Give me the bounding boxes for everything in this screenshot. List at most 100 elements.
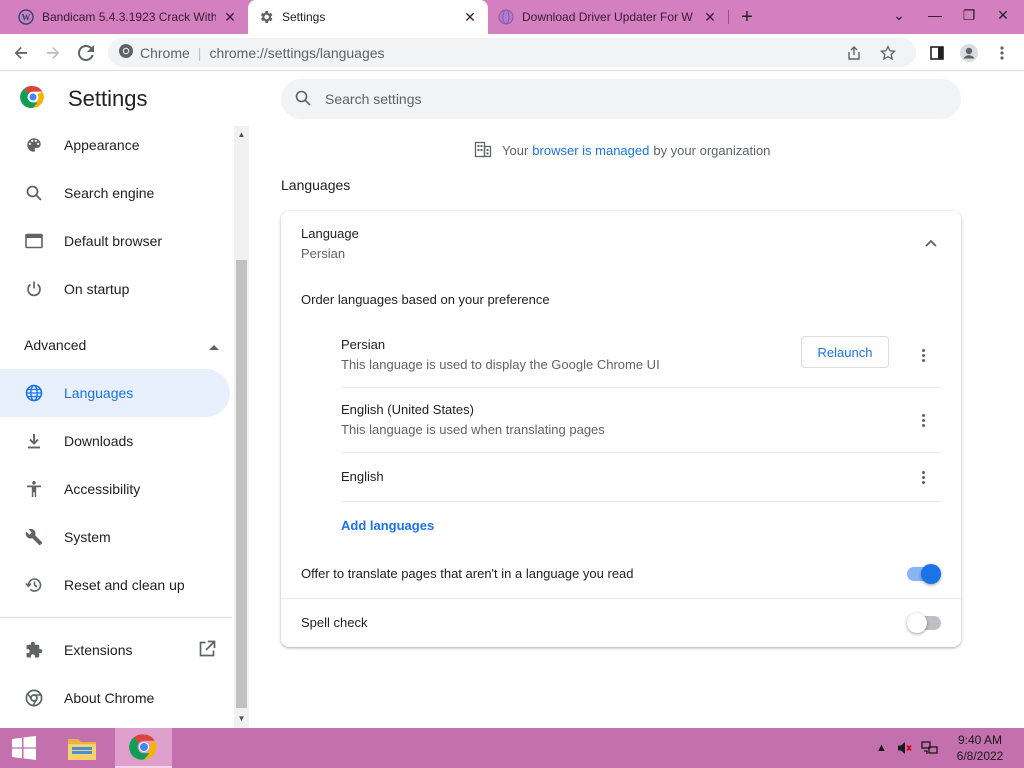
language-value: Persian xyxy=(301,246,346,261)
omnibox-site-label: Chrome xyxy=(140,44,190,61)
scroll-up-arrow-icon[interactable]: ▲ xyxy=(234,128,249,142)
languages-card: Language Persian Order languages based o… xyxy=(281,211,961,647)
search-icon xyxy=(295,90,311,109)
managed-prefix: Your xyxy=(502,143,529,158)
sidebar-divider xyxy=(0,617,232,618)
globe-icon xyxy=(24,383,44,403)
sidebar-item-reset[interactable]: Reset and clean up xyxy=(0,561,230,609)
side-panel-button[interactable] xyxy=(924,40,950,66)
back-button[interactable] xyxy=(8,40,34,66)
spell-check-label: Spell check xyxy=(301,615,368,630)
tab-title: Download Driver Updater For W xyxy=(522,10,693,24)
sidebar-item-search-engine[interactable]: Search engine xyxy=(0,169,230,217)
network-icon[interactable] xyxy=(921,728,939,768)
download-icon xyxy=(24,431,44,451)
sidebar-item-label: Appearance xyxy=(64,137,140,153)
folder-icon xyxy=(68,739,96,760)
accessibility-icon xyxy=(24,479,44,499)
chrome-outline-icon xyxy=(24,688,44,708)
scroll-thumb[interactable] xyxy=(236,260,247,708)
tray-overflow-icon[interactable]: ▲ xyxy=(876,728,887,768)
new-tab-button[interactable]: + xyxy=(736,6,758,28)
language-row: Persian This language is used to display… xyxy=(341,323,941,388)
share-icon[interactable] xyxy=(846,38,862,67)
order-languages-label: Order languages based on your preference xyxy=(301,292,550,307)
search-settings-input[interactable]: Search settings xyxy=(281,79,961,119)
managed-notice: Your browser is managed by your organiza… xyxy=(474,140,770,161)
relaunch-button[interactable]: Relaunch xyxy=(801,336,889,368)
reload-button[interactable] xyxy=(73,40,99,66)
browser-menu-button[interactable] xyxy=(989,40,1015,66)
chrome-taskbar-button[interactable] xyxy=(115,728,172,768)
tab-close-icon[interactable]: ✕ xyxy=(702,9,718,25)
chevron-up-icon[interactable] xyxy=(919,233,943,253)
globe-icon xyxy=(498,9,514,25)
tab-bandicam[interactable]: W Bandicam 5.4.3.1923 Crack With ✕ xyxy=(8,0,248,34)
sidebar-item-default-browser[interactable]: Default browser xyxy=(0,217,230,265)
close-window-button[interactable]: ✕ xyxy=(986,0,1020,30)
profile-button[interactable] xyxy=(956,40,982,66)
file-explorer-button[interactable] xyxy=(56,728,108,768)
minimize-button[interactable]: — xyxy=(918,0,952,30)
sidebar-item-system[interactable]: System xyxy=(0,513,230,561)
omnibox-url: chrome://settings/languages xyxy=(209,44,385,61)
chrome-logo-icon xyxy=(20,84,46,113)
settings-sidebar: Appearance Search engine Default browser… xyxy=(0,121,234,728)
sidebar-item-appearance[interactable]: Appearance xyxy=(0,121,230,169)
more-actions-icon[interactable] xyxy=(913,408,933,432)
tab-close-icon[interactable]: ✕ xyxy=(462,9,478,25)
sidebar-item-label: Downloads xyxy=(64,433,134,449)
page-title: Settings xyxy=(68,85,148,111)
wordpress-icon: W xyxy=(18,9,34,25)
language-name: English (United States) xyxy=(341,402,474,417)
open-in-new-icon xyxy=(198,640,216,661)
sidebar-item-label: Default browser xyxy=(64,233,163,249)
address-bar[interactable]: Chrome | chrome://settings/languages xyxy=(108,38,916,67)
more-actions-icon[interactable] xyxy=(913,343,933,367)
section-title: Languages xyxy=(281,177,351,193)
add-languages-button[interactable]: Add languages xyxy=(341,518,434,533)
scroll-down-arrow-icon[interactable]: ▼ xyxy=(234,712,249,726)
puzzle-icon xyxy=(24,640,44,660)
chrome-logo-icon xyxy=(128,734,156,760)
sidebar-scrollbar[interactable]: ▲ ▼ xyxy=(234,126,249,728)
sidebar-item-on-startup[interactable]: On startup xyxy=(0,265,230,313)
speaker-muted-icon[interactable] xyxy=(897,728,913,768)
sidebar-item-about-chrome[interactable]: About Chrome xyxy=(0,674,230,722)
language-description: This language is used to display the Goo… xyxy=(341,357,660,372)
tab-title: Settings xyxy=(282,10,326,24)
offer-translate-row: Offer to translate pages that aren't in … xyxy=(281,549,961,598)
tab-driver-updater[interactable]: Download Driver Updater For W ✕ xyxy=(488,0,728,34)
sidebar-item-label: Languages xyxy=(64,385,134,401)
offer-translate-toggle[interactable] xyxy=(907,564,941,584)
tab-settings[interactable]: Settings ✕ xyxy=(248,0,488,34)
more-actions-icon[interactable] xyxy=(913,465,933,489)
managed-link[interactable]: browser is managed xyxy=(532,143,649,158)
spell-check-toggle[interactable] xyxy=(907,613,941,633)
reload-icon xyxy=(78,45,94,61)
avatar-icon xyxy=(960,44,978,62)
side-panel-icon xyxy=(930,46,944,60)
sidebar-item-languages[interactable]: Languages xyxy=(0,369,230,417)
tab-separator xyxy=(728,10,729,24)
forward-button[interactable] xyxy=(40,40,66,66)
search-icon xyxy=(24,183,44,203)
history-icon xyxy=(24,575,44,595)
search-placeholder: Search settings xyxy=(325,91,422,107)
sidebar-item-extensions[interactable]: Extensions xyxy=(0,626,230,674)
restore-button[interactable]: ❐ xyxy=(952,0,986,30)
bookmark-star-icon[interactable] xyxy=(880,38,896,67)
spell-check-row: Spell check xyxy=(281,598,961,647)
tab-close-icon[interactable]: ✕ xyxy=(222,9,238,25)
sidebar-advanced-toggle[interactable]: Advanced xyxy=(24,335,219,355)
sidebar-item-label: Search engine xyxy=(64,185,155,201)
system-clock[interactable]: 9:40 AM 6/8/2022 xyxy=(950,732,1010,764)
sidebar-item-label: Extensions xyxy=(64,642,133,658)
tab-search-chevron-icon[interactable]: ⌄ xyxy=(882,0,916,30)
clock-date: 6/8/2022 xyxy=(956,749,1004,763)
windows-taskbar: ▲ 9:40 AM 6/8/2022 xyxy=(0,728,1024,768)
sidebar-item-accessibility[interactable]: Accessibility xyxy=(0,465,230,513)
offer-translate-label: Offer to translate pages that aren't in … xyxy=(301,566,634,581)
start-button[interactable] xyxy=(0,728,48,768)
sidebar-item-downloads[interactable]: Downloads xyxy=(0,417,230,465)
